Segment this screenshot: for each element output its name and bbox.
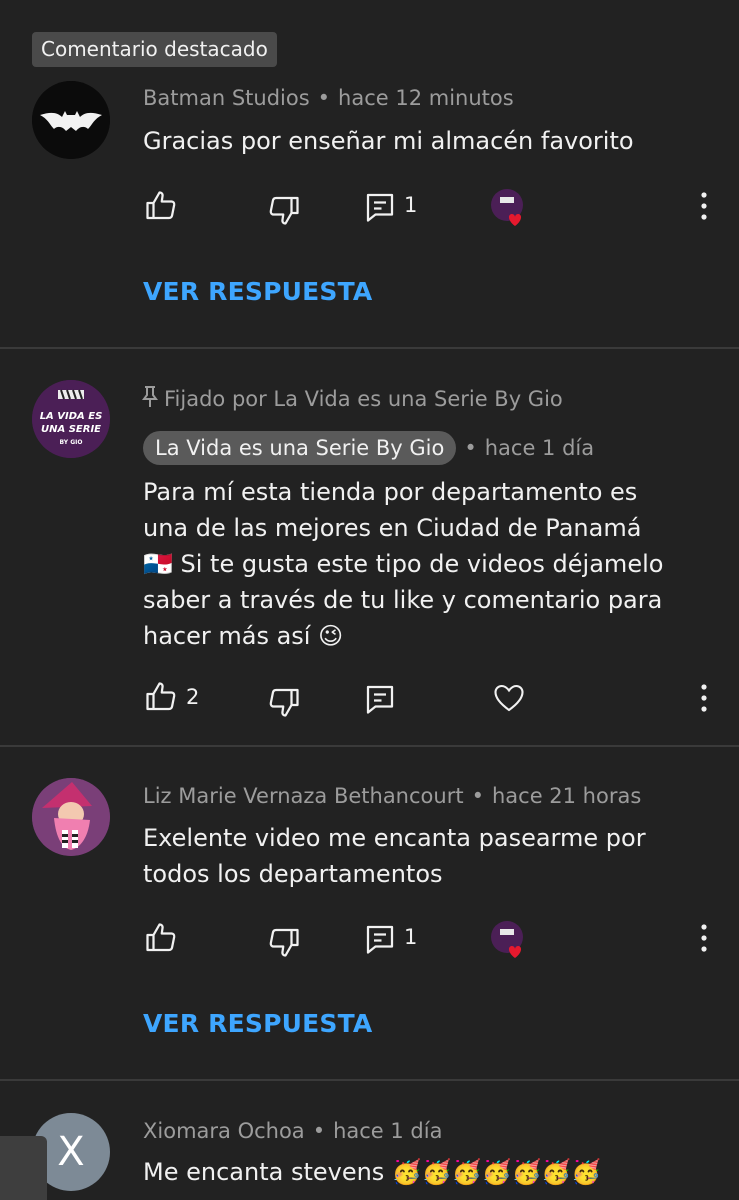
like-button[interactable] [143, 679, 179, 715]
dislike-button[interactable] [266, 684, 302, 720]
like-button[interactable] [143, 920, 179, 956]
comment-meta: Batman Studios • hace 12 minutos [143, 86, 514, 110]
comment-meta: Xiomara Ochoa • hace 1 día [143, 1119, 443, 1143]
comment-meta: La Vida es una Serie By Gio • hace 1 día [143, 431, 594, 465]
creator-heart-badge [490, 188, 530, 228]
more-options-button[interactable] [686, 188, 722, 224]
thumbs-up-icon [146, 682, 176, 711]
comment-icon [366, 685, 394, 714]
timestamp: hace 1 día [333, 1119, 443, 1143]
comment-line: Para mí esta tienda por departamento es [143, 478, 638, 506]
reply-button[interactable] [362, 189, 398, 225]
avatar-title-line-1: LA VIDA ES [39, 411, 103, 422]
author-name[interactable]: Xiomara Ochoa [143, 1119, 305, 1143]
timestamp: hace 12 minutos [338, 86, 514, 110]
reply-button[interactable] [362, 921, 398, 957]
comment-text: Para mí esta tienda por departamento es … [143, 474, 663, 654]
channel-owner-badge[interactable]: La Vida es una Serie By Gio [143, 431, 457, 465]
featured-comment-badge: Comentario destacado [32, 32, 277, 67]
comment-line: hacer más así 😉 [143, 622, 344, 650]
like-button[interactable] [143, 188, 179, 224]
thumbs-down-icon [269, 688, 299, 717]
more-vertical-icon [701, 192, 707, 220]
comment-line: todos los departamentos [143, 860, 443, 888]
comment-line: una de las mejores en Ciudad de Panamá [143, 514, 642, 542]
avatar-title-line-2: UNA SERIE [41, 424, 101, 435]
thumbs-down-icon [269, 928, 299, 957]
avatar[interactable]: LA VIDA ES UNA SERIE BY GIO [32, 380, 110, 458]
comment-text: Gracias por enseñar mi almacén favorito [143, 127, 634, 155]
pinned-label: Fijado por La Vida es una Serie By Gio [164, 387, 563, 411]
pinned-indicator: Fijado por La Vida es una Serie By Gio [140, 385, 563, 411]
author-name[interactable]: Liz Marie Vernaza Bethancourt [143, 784, 464, 808]
reply-count: 1 [404, 925, 418, 949]
divider [0, 347, 739, 349]
comment-line: Exelente video me encanta pasearme por [143, 824, 646, 852]
author-name[interactable]: Batman Studios [143, 86, 310, 110]
avatar[interactable] [32, 81, 110, 159]
reply-count: 1 [404, 193, 418, 217]
view-replies-link[interactable]: VER RESPUESTA [143, 1009, 372, 1038]
more-vertical-icon [701, 924, 707, 952]
bat-logo-icon [32, 81, 110, 159]
thumbs-up-icon [146, 923, 176, 952]
reply-button[interactable] [362, 681, 398, 717]
scroll-handle[interactable] [0, 1136, 47, 1200]
avatar[interactable] [32, 778, 110, 856]
comment-icon [366, 193, 394, 222]
heart-outline-icon [494, 684, 524, 712]
dislike-button[interactable] [266, 924, 302, 960]
more-options-button[interactable] [686, 920, 722, 956]
comment-meta: Liz Marie Vernaza Bethancourt • hace 21 ho… [143, 784, 642, 808]
comment-line: 🇵🇦 Si te gusta este tipo de videos déjam… [143, 550, 664, 578]
timestamp: hace 21 horas [491, 784, 642, 808]
comment-icon [366, 925, 394, 954]
avatar-title-line-3: BY GIO [59, 439, 83, 446]
heart-button[interactable] [491, 680, 527, 716]
anime-girl-avatar-icon [32, 778, 110, 856]
divider [0, 745, 739, 747]
creator-heart-icon [491, 189, 523, 226]
thumbs-up-icon [146, 191, 176, 220]
creator-heart-icon [491, 921, 523, 958]
comment-text: Exelente video me encanta pasearme por t… [143, 820, 646, 892]
more-options-button[interactable] [686, 680, 722, 716]
comment-text: Me encanta stevens 🥳🥳🥳🥳🥳🥳🥳 [143, 1158, 602, 1186]
comment-line: saber a través de tu like y comentario p… [143, 586, 663, 614]
more-vertical-icon [701, 684, 707, 712]
divider [0, 1079, 739, 1081]
dislike-button[interactable] [266, 192, 302, 228]
thumbs-down-icon [269, 196, 299, 225]
pin-icon [142, 386, 158, 407]
timestamp: hace 1 día [484, 436, 595, 460]
creator-heart-badge [490, 920, 530, 960]
view-replies-link[interactable]: VER RESPUESTA [143, 277, 372, 306]
like-count: 2 [186, 685, 200, 709]
